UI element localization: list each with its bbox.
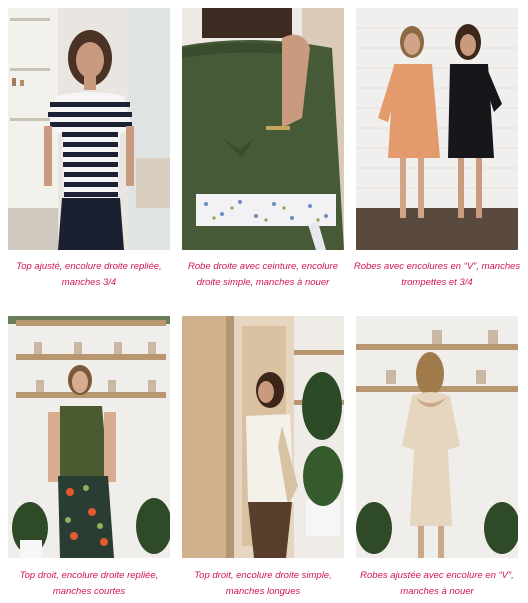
green-dress-photo[interactable] (182, 8, 344, 250)
caption-5: Top droit, encolure droite simple, manch… (194, 570, 332, 597)
outfit-gallery: Top ajusté, encolure droite repliée, man… (0, 0, 528, 603)
caption-2: Robe droite avec ceinture, encolure droi… (188, 261, 338, 288)
white-top-photo[interactable] (182, 316, 344, 558)
beige-dress-photo[interactable] (356, 316, 518, 558)
caption-3: Robes avec encolures en “V”, manches tro… (353, 261, 521, 288)
caption-6: Robes ajustée avec encolure en “V”, manc… (360, 570, 514, 597)
caption-1: Top ajusté, encolure droite repliée, man… (16, 261, 162, 288)
two-dresses-photo[interactable] (356, 8, 518, 250)
caption-4: Top droit, encolure droite repliée, manc… (19, 570, 159, 597)
green-top-photo[interactable] (8, 316, 170, 558)
striped-top-photo[interactable] (8, 8, 170, 250)
